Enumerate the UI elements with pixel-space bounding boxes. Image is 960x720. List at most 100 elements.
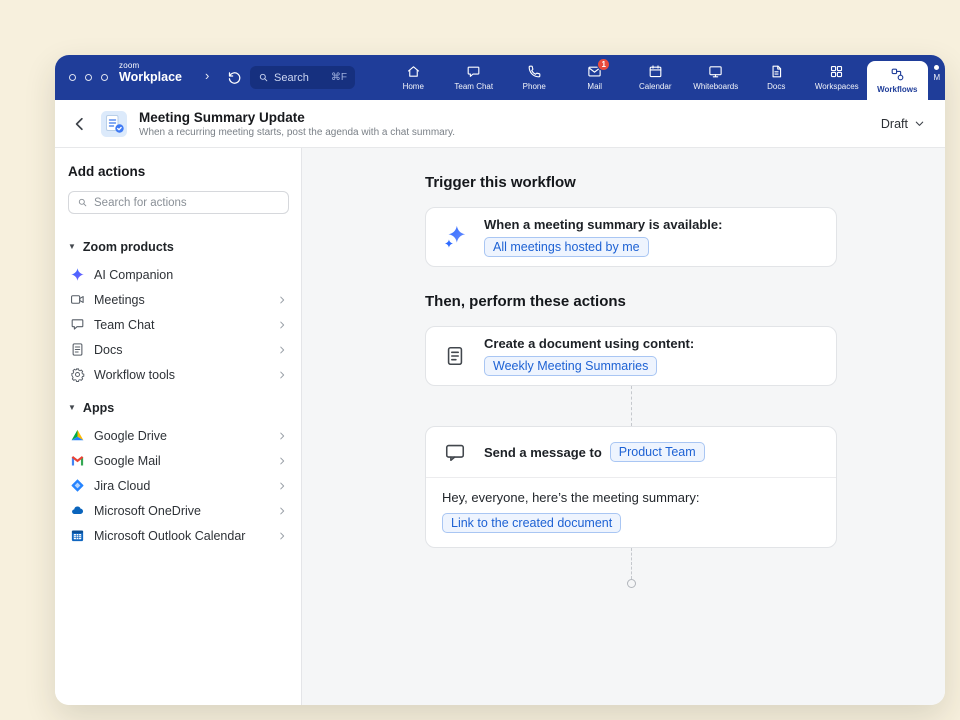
nav-item-team-chat[interactable]: Team Chat (444, 55, 505, 100)
zoom-products-list: AI Companion Meetings Team Chat Docs (68, 262, 289, 387)
search-icon (258, 72, 269, 83)
search-label: Search (274, 72, 309, 84)
trigger-heading: Trigger this workflow (425, 174, 837, 191)
sidebar-item-microsoft-onedrive[interactable]: Microsoft OneDrive (68, 498, 289, 523)
apps-list: Google Drive Google Mail Jira Cloud Micr… (68, 423, 289, 548)
nav-item-overflow-partial[interactable]: M (928, 55, 946, 100)
nav-label: Whiteboards (693, 82, 738, 91)
mail-badge: 1 (597, 58, 610, 71)
message-body-text: Hey, everyone, here’s the meeting summar… (442, 490, 820, 505)
sidebar-item-label: Google Mail (94, 454, 161, 468)
recipient-chip[interactable]: Product Team (610, 442, 705, 462)
nav-tabs: Home Team Chat Phone 1 Mail Calendar (383, 55, 945, 100)
onedrive-icon (70, 503, 85, 518)
nav-label: Workflows (877, 85, 917, 94)
nav-item-docs[interactable]: Docs (746, 55, 807, 100)
sidebar-item-google-drive[interactable]: Google Drive (68, 423, 289, 448)
window-controls[interactable] (69, 74, 108, 81)
actions-search-input[interactable] (94, 197, 280, 209)
sidebar-item-google-mail[interactable]: Google Mail (68, 448, 289, 473)
trigger-card[interactable]: When a meeting summary is available: All… (425, 207, 837, 267)
chevron-right-icon (277, 345, 287, 355)
sidebar-item-label: Docs (94, 343, 122, 357)
section-zoom-products[interactable]: ▼ Zoom products (68, 240, 289, 254)
sidebar-item-microsoft-outlook-calendar[interactable]: Microsoft Outlook Calendar (68, 523, 289, 548)
sidebar-item-label: Team Chat (94, 318, 154, 332)
back-button[interactable] (71, 115, 89, 133)
nav-label: Workspaces (815, 82, 859, 91)
create-document-card[interactable]: Create a document using content: Weekly … (425, 326, 837, 386)
title-block: Meeting Summary Update When a recurring … (139, 110, 455, 138)
sidebar-item-workflow-tools[interactable]: Workflow tools (68, 362, 289, 387)
flow-connector-dashed (631, 548, 632, 579)
trigger-scope-chip[interactable]: All meetings hosted by me (484, 237, 649, 257)
send-message-line: Send a message to Product Team (484, 442, 705, 462)
flow-connector-dashed (631, 386, 632, 426)
chevron-right-icon (277, 506, 287, 516)
nav-item-whiteboards[interactable]: Whiteboards (686, 55, 747, 100)
chevron-right-icon (277, 456, 287, 466)
ai-companion-icon (70, 267, 85, 282)
collapse-chevron-icon[interactable]: › (205, 68, 209, 83)
team-chat-icon (70, 317, 85, 332)
google-drive-icon (70, 428, 85, 443)
global-search[interactable]: Search ⌘F (250, 66, 355, 89)
sidebar-item-jira-cloud[interactable]: Jira Cloud (68, 473, 289, 498)
nav-label: Phone (523, 82, 546, 91)
sidebar-item-meetings[interactable]: Meetings (68, 287, 289, 312)
meetings-icon (70, 292, 85, 307)
app-body: Add actions ▼ Zoom products AI Companion… (55, 148, 945, 705)
document-content-chip[interactable]: Weekly Meeting Summaries (484, 356, 657, 376)
page-title: Meeting Summary Update (139, 110, 455, 125)
whiteboards-icon (708, 64, 723, 79)
sidebar-item-label: Google Drive (94, 429, 167, 443)
nav-label: M (934, 73, 941, 82)
nav-item-workflows[interactable]: Workflows (867, 61, 928, 100)
history-icon[interactable] (227, 70, 242, 85)
docs-icon (769, 64, 784, 79)
sidebar-item-ai-companion[interactable]: AI Companion (68, 262, 289, 287)
nav-item-calendar[interactable]: Calendar (625, 55, 686, 100)
nav-item-workspaces[interactable]: Workspaces (807, 55, 868, 100)
chevron-right-icon (277, 431, 287, 441)
send-message-text: Send a message to (484, 445, 602, 460)
nav-item-phone[interactable]: Phone (504, 55, 565, 100)
window-control-zoom[interactable] (101, 74, 108, 81)
sidebar-item-team-chat[interactable]: Team Chat (68, 312, 289, 337)
sidebar-item-docs[interactable]: Docs (68, 337, 289, 362)
nav-label: Home (403, 82, 424, 91)
nav-item-home[interactable]: Home (383, 55, 444, 100)
workflow-canvas: Trigger this workflow When a meeting sum… (302, 148, 945, 705)
actions-search[interactable] (68, 191, 289, 214)
workflow-flow: Trigger this workflow When a meeting sum… (425, 148, 837, 588)
top-navbar: zoom Workplace › Search ⌘F Home Team Cha… (55, 55, 945, 100)
flow-end-node (627, 579, 636, 588)
jira-icon (70, 478, 85, 493)
sidebar-item-label: Jira Cloud (94, 479, 150, 493)
collapse-triangle-icon: ▼ (68, 403, 76, 412)
sidebar-item-label: Microsoft OneDrive (94, 504, 201, 518)
send-message-header: Send a message to Product Team (426, 427, 836, 478)
actions-sidebar: Add actions ▼ Zoom products AI Companion… (55, 148, 302, 705)
gear-icon (70, 367, 85, 382)
app-window: zoom Workplace › Search ⌘F Home Team Cha… (55, 55, 945, 705)
section-apps[interactable]: ▼ Apps (68, 401, 289, 415)
nav-label: Calendar (639, 82, 671, 91)
gmail-icon (70, 453, 85, 468)
nav-item-mail[interactable]: 1 Mail (565, 55, 626, 100)
status-dropdown[interactable]: Draft (881, 117, 925, 131)
phone-icon (527, 64, 542, 79)
home-icon (406, 64, 421, 79)
workflow-header: Meeting Summary Update When a recurring … (55, 100, 945, 148)
create-document-text-block: Create a document using content: Weekly … (484, 336, 694, 376)
section-label: Zoom products (83, 240, 174, 254)
outlook-calendar-icon (70, 528, 85, 543)
window-control-close[interactable] (69, 74, 76, 81)
nav-label: Team Chat (454, 82, 493, 91)
message-body: Hey, everyone, here’s the meeting summar… (426, 478, 836, 547)
chevron-right-icon (277, 295, 287, 305)
send-message-card[interactable]: Send a message to Product Team Hey, ever… (425, 426, 837, 548)
window-control-minimize[interactable] (85, 74, 92, 81)
document-link-chip[interactable]: Link to the created document (442, 513, 621, 533)
chevron-right-icon (277, 531, 287, 541)
